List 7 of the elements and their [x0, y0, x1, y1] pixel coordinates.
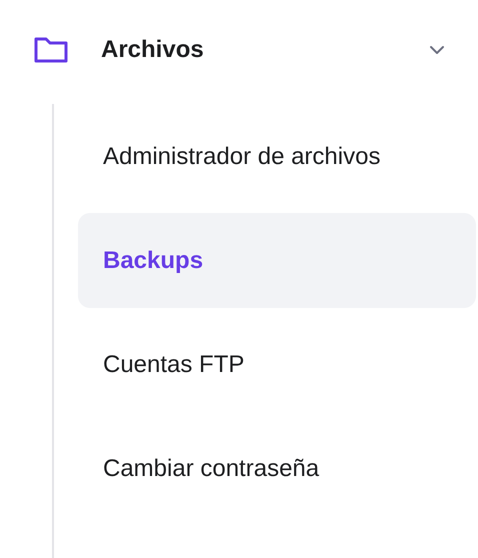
menu-item[interactable]: Cambiar contraseña	[78, 421, 476, 516]
menu-item[interactable]: Backups	[78, 213, 476, 308]
menu-group-header[interactable]: Archivos	[0, 0, 478, 104]
group-title: Archivos	[101, 36, 205, 64]
menu-item[interactable]: Cuentas FTP	[78, 317, 476, 412]
folder-icon	[33, 36, 69, 64]
menu-item[interactable]: Administrador de archivos	[78, 109, 476, 204]
